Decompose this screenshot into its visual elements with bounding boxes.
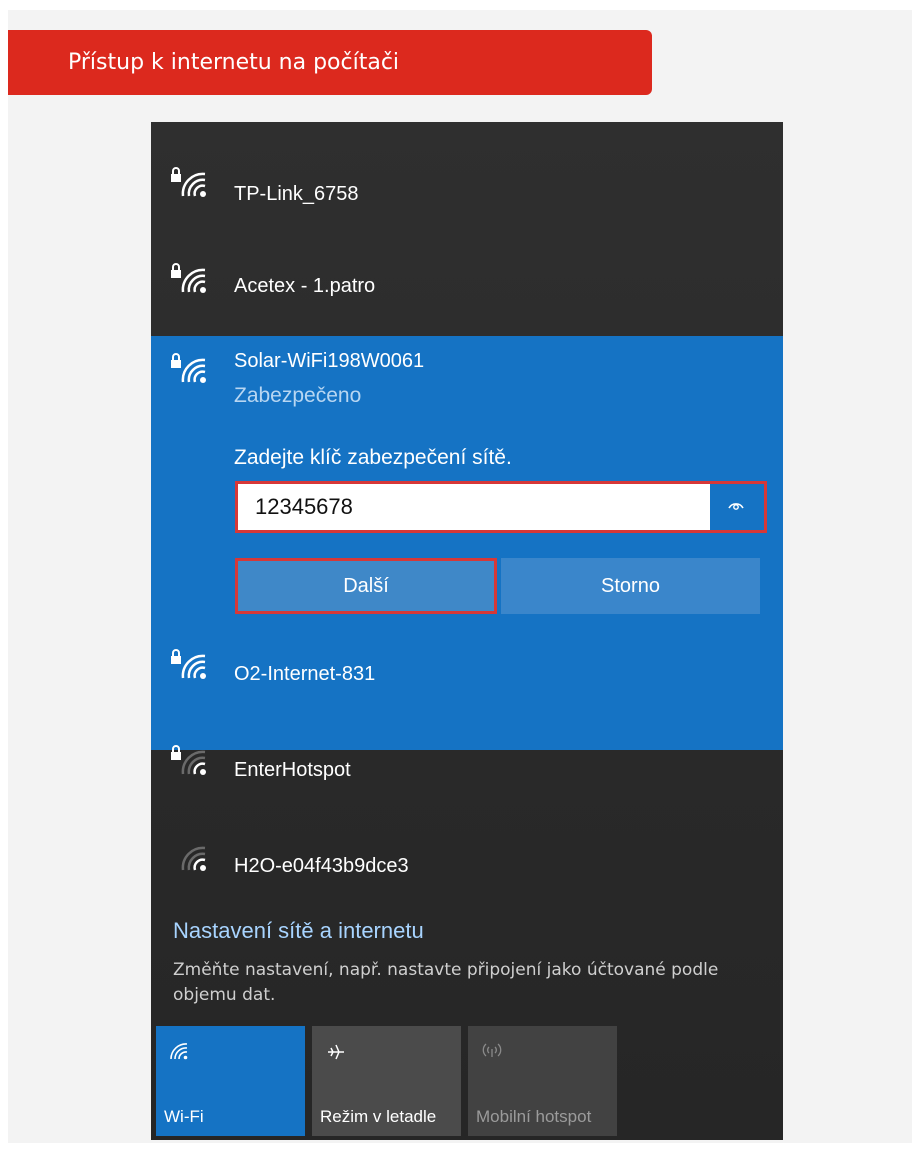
network-item[interactable]: H2O-e04f43b9dce3 bbox=[151, 808, 783, 904]
network-flyout: TP-Link_6758 Acetex - 1.patro Solar-WiFi… bbox=[151, 122, 783, 1140]
secured-wifi-icon bbox=[171, 353, 206, 383]
wifi-icon bbox=[170, 1043, 188, 1060]
network-item[interactable]: Acetex - 1.patro bbox=[151, 230, 783, 326]
secured-wifi-icon bbox=[171, 167, 206, 197]
network-item[interactable]: EnterHotspot bbox=[151, 712, 783, 808]
secured-wifi-icon bbox=[171, 649, 206, 679]
network-settings-description: Změňte nastavení, např. nastavte připoje… bbox=[173, 960, 719, 1005]
reveal-password-button[interactable] bbox=[710, 484, 764, 530]
network-name: Acetex - 1.patro bbox=[234, 275, 376, 297]
network-name: H2O-e04f43b9dce3 bbox=[234, 855, 409, 877]
eye-icon bbox=[728, 503, 744, 510]
banner-title: Přístup k internetu na počítači bbox=[68, 50, 400, 75]
network-status: Zabezpečeno bbox=[234, 384, 362, 407]
security-key-input[interactable]: 12345678 bbox=[235, 481, 767, 533]
tile-label: Wi-Fi bbox=[164, 1107, 204, 1126]
tile-label: Režim v letadle bbox=[320, 1107, 437, 1126]
security-key-value: 12345678 bbox=[255, 494, 353, 519]
airplane-icon bbox=[328, 1044, 344, 1060]
network-name: O2-Internet-831 bbox=[234, 663, 376, 685]
network-name: TP-Link_6758 bbox=[234, 183, 359, 205]
secured-wifi-icon bbox=[171, 263, 206, 293]
network-item[interactable]: TP-Link_6758 bbox=[151, 134, 783, 230]
page-banner: Přístup k internetu na počítači bbox=[8, 30, 652, 95]
airplane-mode-tile[interactable]: Režim v letadle bbox=[312, 1026, 461, 1136]
wifi-icon bbox=[181, 846, 206, 871]
next-button[interactable]: Další bbox=[235, 558, 497, 614]
cancel-button[interactable]: Storno bbox=[501, 558, 760, 614]
secured-wifi-icon bbox=[171, 745, 206, 775]
network-name: Solar-WiFi198W0061 bbox=[234, 350, 425, 372]
network-settings-link[interactable]: Nastavení sítě a internetu bbox=[173, 918, 424, 944]
mobile-hotspot-tile[interactable]: Mobilní hotspot bbox=[468, 1026, 617, 1136]
network-name: EnterHotspot bbox=[234, 759, 351, 781]
tile-label: Mobilní hotspot bbox=[476, 1107, 592, 1126]
wifi-toggle-tile[interactable]: Wi-Fi bbox=[156, 1026, 305, 1136]
hotspot-icon bbox=[482, 1043, 502, 1057]
security-key-label: Zadejte klíč zabezpečení sítě. bbox=[234, 446, 512, 469]
network-item[interactable]: O2-Internet-831 bbox=[151, 616, 783, 712]
